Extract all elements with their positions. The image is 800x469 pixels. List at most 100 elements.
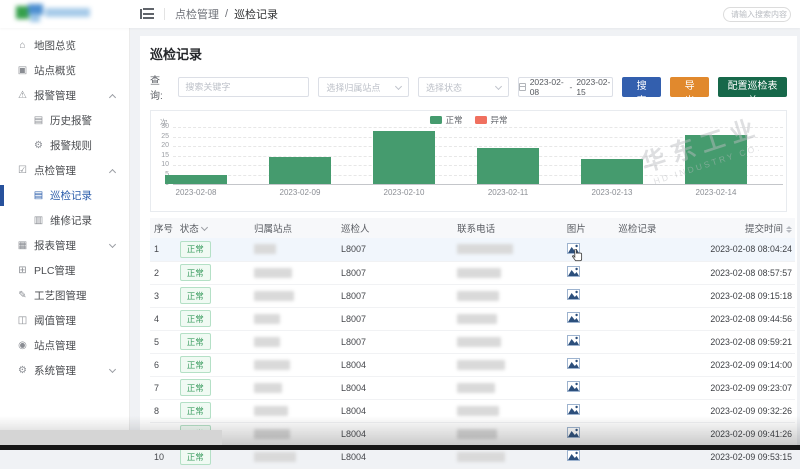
cell-status: 正常 bbox=[176, 284, 250, 307]
content-card: 巡检记录 查询: 选择归属站点 选择状态 2023-02-08 - 2023-0… bbox=[140, 36, 797, 450]
x-axis-tick-label: 2023-02-10 bbox=[366, 188, 442, 197]
redacted-site bbox=[254, 268, 292, 278]
sidebar-item-alarm[interactable]: ⚠报警管理 bbox=[0, 83, 129, 108]
cell-site bbox=[250, 330, 337, 353]
sidebar-item-threshold[interactable]: ◫阈值管理 bbox=[0, 308, 129, 333]
column-header-2[interactable]: 状态 bbox=[176, 218, 250, 238]
bar-2023-02-14[interactable] bbox=[685, 135, 747, 184]
cell-site bbox=[250, 307, 337, 330]
site-select[interactable]: 选择归属站点 bbox=[318, 77, 409, 97]
sidebar-item-patrol-record[interactable]: ▤巡检记录 bbox=[0, 183, 129, 208]
date-range-picker[interactable]: 2023-02-08 - 2023-02-15 bbox=[518, 77, 613, 97]
sidebar-item-label: 维修记录 bbox=[50, 213, 92, 228]
image-thumbnail-icon[interactable] bbox=[567, 427, 580, 440]
sort-caret-icon[interactable] bbox=[201, 224, 208, 231]
sidebar-item-report[interactable]: ▦报表管理 bbox=[0, 233, 129, 258]
sidebar-item-site[interactable]: ◉站点管理 bbox=[0, 333, 129, 358]
keyword-input[interactable] bbox=[178, 77, 309, 97]
image-thumbnail-icon[interactable] bbox=[567, 381, 580, 394]
redacted-site bbox=[254, 406, 288, 416]
bar-2023-02-08[interactable] bbox=[165, 175, 227, 185]
cell-index: 7 bbox=[150, 376, 176, 399]
image-thumbnail-icon[interactable] bbox=[567, 358, 580, 371]
image-thumbnail-icon[interactable] bbox=[567, 450, 580, 463]
cell-index: 1 bbox=[150, 238, 176, 261]
search-button[interactable]: 搜索 bbox=[622, 77, 661, 97]
chevron-down-icon bbox=[109, 241, 116, 248]
sidebar-item-map[interactable]: ⌂地图总览 bbox=[0, 33, 129, 58]
bar-2023-02-10[interactable] bbox=[373, 131, 435, 184]
sidebar-item-alarm-rules[interactable]: ⚙报警规则 bbox=[0, 133, 129, 158]
redacted-phone bbox=[457, 429, 497, 439]
sidebar-item-process-diagram[interactable]: ✎工艺图管理 bbox=[0, 283, 129, 308]
sidebar-item-inspection[interactable]: ☑点检管理 bbox=[0, 158, 129, 183]
sidebar-item-history-alarm[interactable]: ▤历史报警 bbox=[0, 108, 129, 133]
x-axis-tick-label: 2023-02-11 bbox=[470, 188, 546, 197]
image-thumbnail-icon[interactable] bbox=[567, 289, 580, 302]
configure-inspection-form-button[interactable]: 配置巡检表单 bbox=[718, 77, 787, 97]
image-thumbnail-icon[interactable] bbox=[567, 404, 580, 417]
cell-inspector: L8007 bbox=[337, 238, 453, 261]
sidebar-fold-icon[interactable] bbox=[140, 8, 154, 20]
breadcrumb-item-parent[interactable]: 点检管理 bbox=[175, 6, 219, 22]
sidebar-item-repair-record[interactable]: ▥维修记录 bbox=[0, 208, 129, 233]
image-thumbnail-icon[interactable] bbox=[567, 243, 580, 256]
table-row: 5正常L80072023-02-08 09:59:21 bbox=[150, 330, 795, 353]
sidebar-item-monitor[interactable]: ▣站点概览 bbox=[0, 58, 129, 83]
redacted-site bbox=[254, 452, 296, 462]
table-row: 1正常 L8007 2023-02-08 08:04:24 bbox=[150, 238, 795, 261]
column-header-8[interactable]: 提交时间 bbox=[692, 218, 795, 238]
sort-updown-icon[interactable] bbox=[786, 226, 792, 234]
redacted-phone bbox=[457, 406, 499, 416]
alarm-icon: ⚠ bbox=[16, 90, 29, 101]
sidebar-item-label: 站点管理 bbox=[34, 338, 76, 353]
column-label: 巡检记录 bbox=[618, 224, 656, 235]
legend-item-异常[interactable]: 异常 bbox=[475, 114, 508, 126]
sidebar-item-system[interactable]: ⚙系统管理 bbox=[0, 358, 129, 383]
image-thumbnail-icon[interactable] bbox=[567, 312, 580, 325]
cell-index: 5 bbox=[150, 330, 176, 353]
cell-status: 正常 bbox=[176, 238, 250, 261]
table-row: 9正常L80042023-02-09 09:41:26 bbox=[150, 422, 795, 445]
cell-site bbox=[250, 376, 337, 399]
image-thumbnail-icon[interactable] bbox=[567, 335, 580, 348]
cell-inspector: L8004 bbox=[337, 399, 453, 422]
cell-inspector: L8004 bbox=[337, 376, 453, 399]
cell-image bbox=[563, 330, 615, 353]
cell-image bbox=[563, 261, 615, 284]
date-separator: - bbox=[569, 82, 572, 92]
cell-image bbox=[563, 422, 615, 445]
inspection-bar-chart: 次 正常异常 华东工业 HD INDUSTRY CO. 051015202530… bbox=[150, 110, 787, 212]
y-axis-tick-label: 20 bbox=[151, 142, 169, 149]
process-diagram-icon: ✎ bbox=[16, 290, 29, 301]
top-bar: 点检管理 / 巡检记录 请输入搜索内容 bbox=[0, 0, 800, 28]
legend-item-正常[interactable]: 正常 bbox=[429, 114, 462, 126]
export-button[interactable]: 导出 bbox=[670, 77, 709, 97]
bar-2023-02-11[interactable] bbox=[477, 148, 539, 184]
x-axis-tick-label: 2023-02-14 bbox=[678, 188, 754, 197]
inspection-table: 序号状态归属站点巡检人联系电话图片巡检记录提交时间 1正常L80072023-0… bbox=[150, 218, 795, 469]
column-label: 序号 bbox=[154, 224, 173, 235]
header-divider bbox=[164, 8, 165, 20]
sidebar-item-label: 地图总览 bbox=[34, 38, 76, 53]
sidebar-item-plc[interactable]: ⊞PLC管理 bbox=[0, 258, 129, 283]
status-select[interactable]: 选择状态 bbox=[418, 77, 509, 97]
main-content: 巡检记录 查询: 选择归属站点 选择状态 2023-02-08 - 2023-0… bbox=[130, 28, 800, 450]
cell-record bbox=[614, 353, 691, 376]
sidebar-item-label: 站点概览 bbox=[34, 63, 76, 78]
cell-image bbox=[563, 238, 615, 261]
bar-2023-02-09[interactable] bbox=[269, 157, 331, 184]
bar-2023-02-13[interactable] bbox=[581, 159, 643, 184]
image-thumbnail-icon[interactable] bbox=[567, 266, 580, 279]
column-label: 图片 bbox=[567, 224, 586, 235]
cell-phone bbox=[453, 284, 563, 307]
cell-image bbox=[563, 307, 615, 330]
status-badge: 正常 bbox=[180, 310, 211, 327]
history-alarm-icon: ▤ bbox=[32, 115, 45, 126]
cell-submit-time: 2023-02-08 08:04:24 bbox=[692, 238, 795, 261]
date-start: 2023-02-08 bbox=[530, 77, 566, 97]
cell-site bbox=[250, 422, 337, 445]
cell-phone bbox=[453, 399, 563, 422]
global-search-input[interactable]: 请输入搜索内容 bbox=[723, 7, 791, 22]
redacted-phone bbox=[457, 244, 513, 254]
